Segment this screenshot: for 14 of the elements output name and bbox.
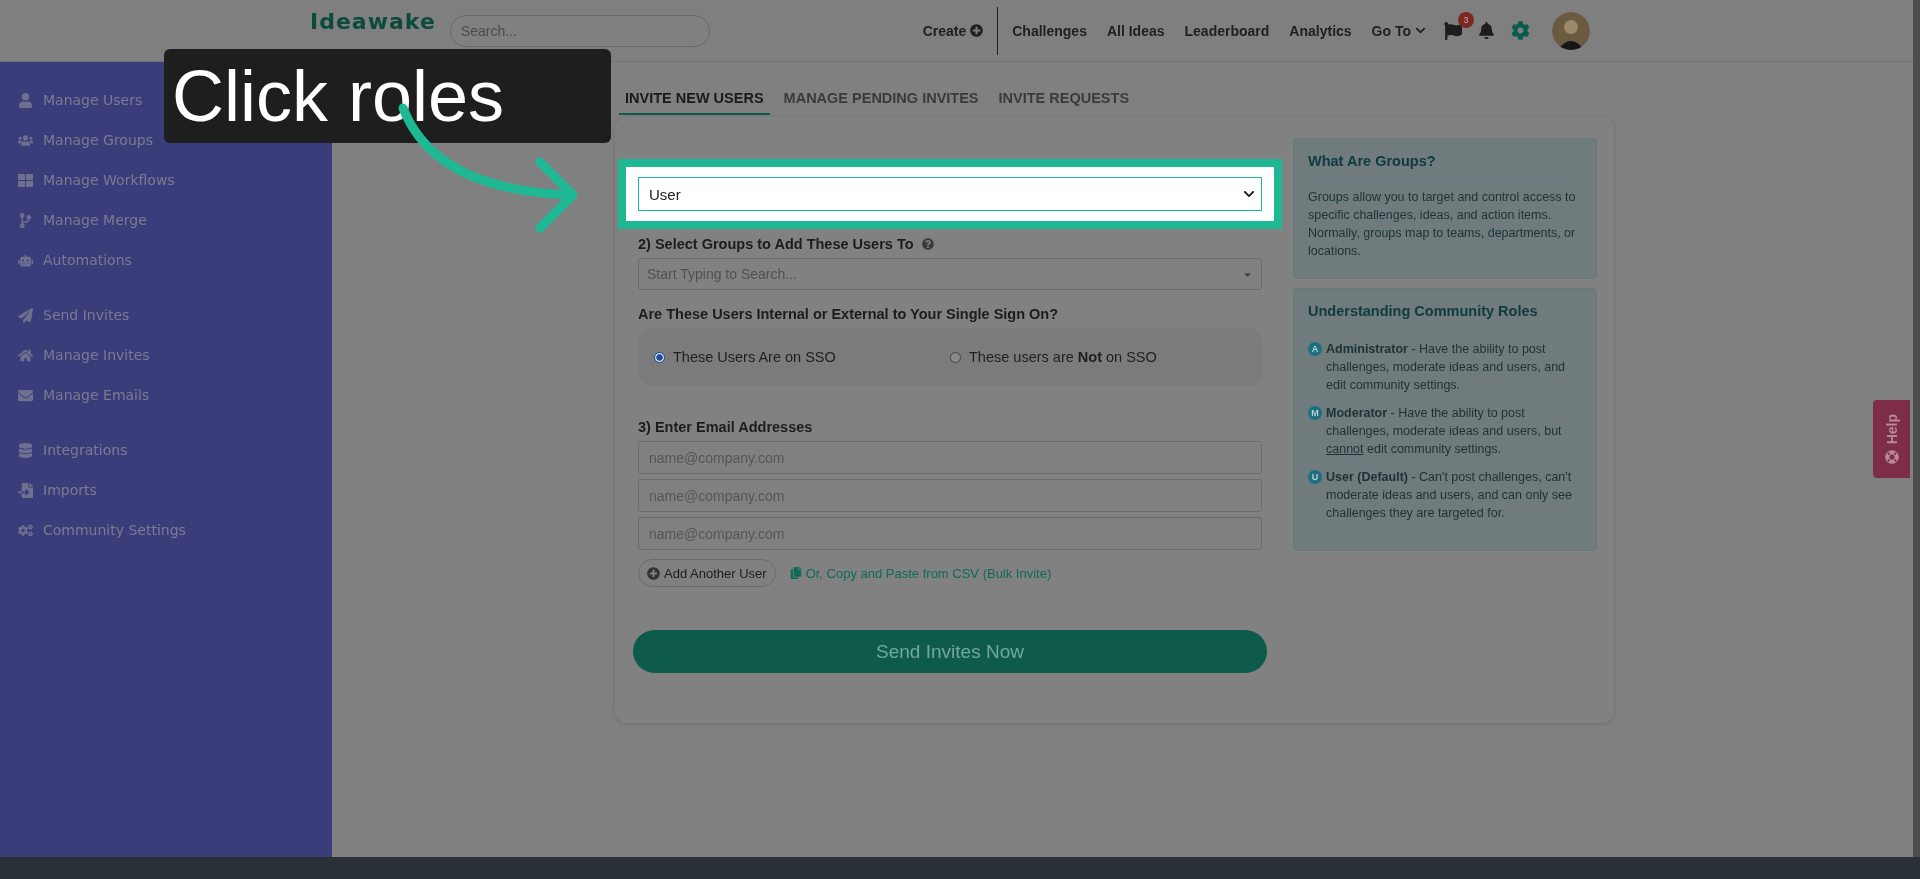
role-badge: M [1308,406,1322,420]
caption-tooltip: Click roles [164,49,611,143]
role-description: Administrator - Have the ability to post challenges, moderate ideas and users, and edit community settings. [1326,341,1567,394]
question-text: Are These Users Internal or External to Your Single Sign On? [638,306,1059,322]
role-description: User (Default) - Can't post challenges, can't moderate ideas and users, and can only see challenges they are targeted for. [1326,469,1573,522]
card-title: What Are Groups? [1308,153,1582,180]
field-label: 3) Enter Email Addresses [638,419,813,435]
notification-badge: 3 [1458,11,1474,28]
card-title: Understanding Community Roles [1308,303,1582,330]
card-text: Groups allow you to target and control access to specific challenges, ideas, and action items. Normally, groups map to teams, departments, or locations. [1308,189,1577,260]
field-label: 2) Select Groups to Add These Users To [638,236,914,252]
role-description: Moderator - Have the ability to post challenges, moderate ideas and users, but cannot edit community settings. [1326,405,1563,458]
role-badge: A [1308,342,1322,356]
role-badge: U [1308,470,1322,484]
